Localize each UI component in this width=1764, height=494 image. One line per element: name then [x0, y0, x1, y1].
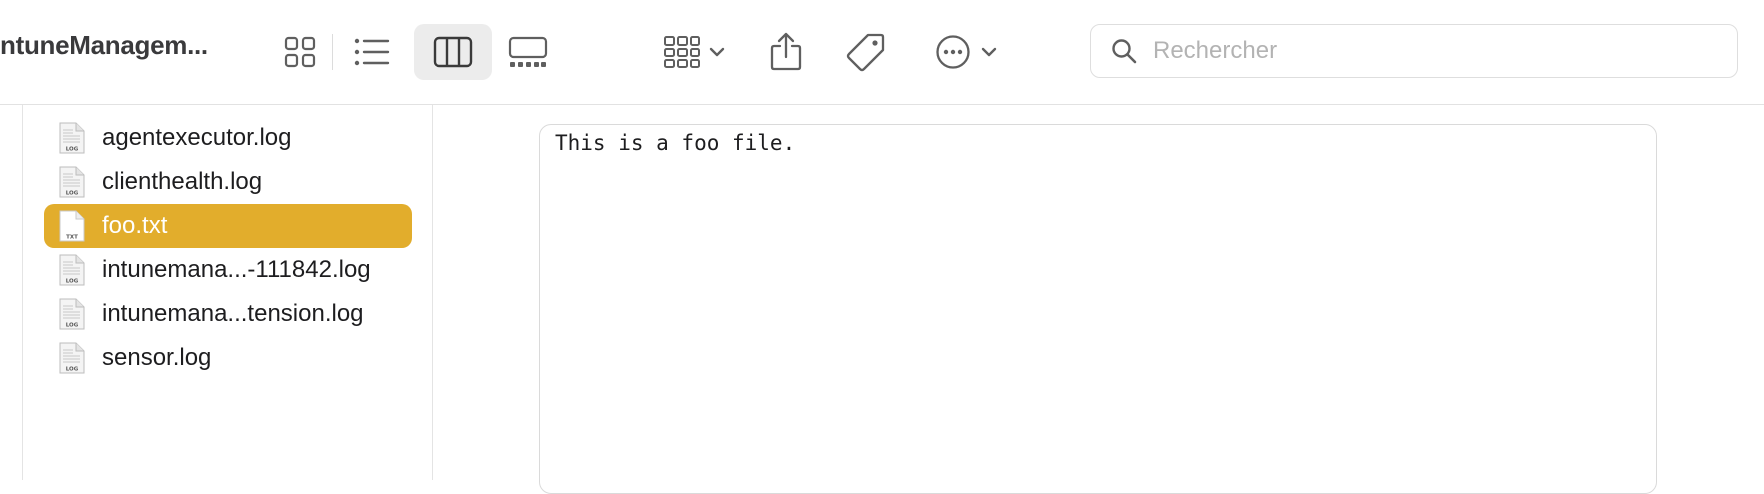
file-item-agentexecutor[interactable]: LOG agentexecutor.log: [44, 116, 412, 160]
file-item-intunemana-111842[interactable]: LOG intunemana...-111842.log: [44, 248, 412, 292]
icon-view-button[interactable]: [280, 24, 320, 80]
file-name: agentexecutor.log: [102, 124, 292, 151]
file-item-foo-txt[interactable]: TXT foo.txt: [44, 204, 412, 248]
column-view-icon: [433, 36, 473, 68]
svg-text:LOG: LOG: [66, 147, 79, 153]
chevron-down-icon: [981, 47, 997, 57]
svg-text:TXT: TXT: [66, 235, 78, 241]
list-view-icon: [354, 38, 390, 66]
file-name: sensor.log: [102, 344, 212, 371]
more-actions-button[interactable]: [930, 24, 1002, 80]
tags-button[interactable]: [844, 24, 888, 80]
chevron-down-icon: [709, 47, 725, 57]
share-button[interactable]: [766, 24, 806, 80]
svg-text:LOG: LOG: [66, 323, 79, 329]
column-divider-left[interactable]: [22, 105, 23, 480]
log-file-icon: LOG: [59, 122, 85, 154]
list-view-button[interactable]: [350, 24, 394, 80]
svg-text:LOG: LOG: [66, 279, 79, 285]
preview-text: This is a foo file.: [555, 131, 796, 155]
log-file-icon: LOG: [59, 254, 85, 286]
file-item-intunemana-extension[interactable]: LOG intunemana...tension.log: [44, 292, 412, 336]
group-by-icon: [664, 36, 700, 68]
gallery-view-button[interactable]: [506, 24, 550, 80]
file-name: clienthealth.log: [102, 168, 263, 195]
log-file-icon: LOG: [59, 298, 85, 330]
group-by-button[interactable]: [656, 24, 732, 80]
gallery-view-icon: [508, 36, 548, 67]
share-icon: [770, 32, 802, 71]
file-item-sensor[interactable]: LOG sensor.log: [44, 336, 412, 380]
search-input[interactable]: [1151, 36, 1715, 66]
file-name: intunemana...-111842.log: [102, 256, 371, 283]
grid-view-icon: [284, 36, 316, 68]
search-icon: [1111, 38, 1137, 64]
column-view-button[interactable]: [414, 24, 492, 80]
column-divider[interactable]: [432, 105, 433, 480]
file-name: foo.txt: [102, 212, 168, 239]
toolbar: ntuneManagem...: [0, 0, 1764, 105]
text-file-icon: TXT: [59, 210, 85, 242]
tag-icon: [846, 33, 885, 72]
more-actions-icon: [936, 35, 970, 69]
svg-text:LOG: LOG: [66, 367, 79, 373]
svg-text:LOG: LOG: [66, 191, 79, 197]
log-file-icon: LOG: [59, 342, 85, 374]
file-list: LOG agentexecutor.log LOG clienthealth.l…: [24, 116, 424, 380]
toolbar-separator: [332, 34, 333, 70]
file-item-clienthealth[interactable]: LOG clienthealth.log: [44, 160, 412, 204]
file-name: intunemana...tension.log: [102, 300, 364, 327]
file-preview[interactable]: This is a foo file.: [539, 124, 1657, 494]
search-field[interactable]: [1090, 24, 1738, 78]
log-file-icon: LOG: [59, 166, 85, 198]
window-title: ntuneManagem...: [0, 30, 208, 60]
